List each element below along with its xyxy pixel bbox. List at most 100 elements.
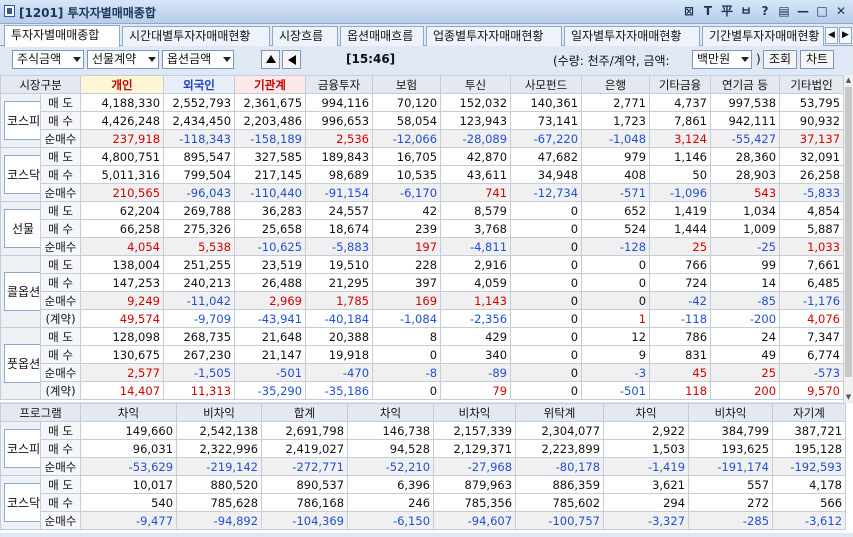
row-label: 순매수: [39, 237, 82, 256]
table-row[interactable]: 풋옵션 매 도 128,098 268,735 21,648 20,388 8 429 0 12 7…: [0, 327, 845, 400]
tab-option-flow[interactable]: 옵션매매흐름: [340, 26, 424, 46]
header-consign-arbitrage[interactable]: 차익: [347, 403, 435, 422]
header-financial-investment[interactable]: 금융투자: [305, 75, 374, 94]
scrollbar-thumb[interactable]: [845, 87, 852, 377]
stock-amount-select[interactable]: 주식금액: [12, 50, 84, 69]
table-cell: -1,505: [163, 363, 236, 382]
table-row[interactable]: (계약) 14,407 11,313 -35,290 -35,186 0 79 0 -501 11…: [1, 381, 845, 400]
header-foreign[interactable]: 외국인: [163, 75, 236, 94]
table-row[interactable]: 순매수 -53,629 -219,142 -272,771 -52,210 -27,968…: [1, 457, 847, 476]
close-icon[interactable]: ✕: [833, 3, 849, 19]
market-group-cell[interactable]: 콜옵션: [0, 255, 41, 328]
restore-layout-icon[interactable]: ㅂ: [738, 3, 754, 19]
market-group-cell[interactable]: 선물: [0, 201, 41, 256]
table-row[interactable]: 매 수 96,031 2,322,996 2,419,027 94,528 2,129,3…: [1, 439, 847, 458]
scroll-down-icon[interactable]: ▼: [844, 392, 853, 402]
header-non-arbitrage[interactable]: 비차익: [176, 403, 263, 422]
header-pension[interactable]: 연기금 등: [710, 75, 781, 94]
table-cell: 25: [710, 363, 781, 382]
vertical-scrollbar[interactable]: ▲ ▼: [843, 75, 853, 402]
unit-select[interactable]: 백만원: [692, 50, 752, 69]
market-group-cell[interactable]: 코스피: [0, 421, 41, 476]
market-group-cell[interactable]: 코스닥: [0, 475, 41, 530]
tab-scroll-right-icon[interactable]: ▶: [839, 27, 852, 44]
table-cell: 2,322,996: [176, 439, 263, 458]
header-prop-total[interactable]: 자기계: [772, 403, 847, 422]
table-row[interactable]: 순매수 210,565 -96,043 -110,440 -91,154 -6,170 74…: [1, 183, 845, 202]
table-cell: 14,407: [80, 381, 165, 400]
menu-icon[interactable]: ▤: [776, 3, 792, 19]
table-row[interactable]: (계약) 49,574 -9,709 -43,941 -40,184 -1,084 -2,3…: [1, 309, 845, 328]
header-other-corp[interactable]: 기타법인: [779, 75, 845, 94]
header-arbitrage[interactable]: 차익: [80, 403, 178, 422]
up-arrow-button[interactable]: [261, 50, 280, 69]
table-row[interactable]: 코스피 매 도 149,660 2,542,138 2,691,798 146,738 2,…: [0, 421, 847, 476]
table-row[interactable]: 매 수 66,258 275,326 25,658 18,674 239 3,768 0 524…: [1, 219, 845, 238]
table-cell: 9,570: [779, 381, 845, 400]
table-cell: -118,343: [163, 129, 236, 148]
header-investment-trust[interactable]: 투신: [440, 75, 512, 94]
query-button[interactable]: 조회: [763, 50, 797, 69]
row-label: 순매수: [39, 457, 82, 476]
table-cell: 146,738: [347, 421, 435, 440]
table-cell: -12,066: [372, 129, 442, 148]
table-row[interactable]: 매 수 540 785,628 786,168 246 785,356 785,602 294…: [1, 493, 847, 512]
header-prop-arbitrage[interactable]: 차익: [603, 403, 690, 422]
maximize-icon[interactable]: □: [814, 3, 830, 19]
tab-daily-investor[interactable]: 일자별투자자매매현황: [564, 26, 700, 46]
table-row[interactable]: 매 수 5,011,316 799,504 217,145 98,689 10,535 43…: [1, 165, 845, 184]
table-row[interactable]: 순매수 -9,477 -94,892 -104,369 -6,150 -94,607 -10…: [1, 511, 847, 530]
table-row[interactable]: 순매수 9,249 -11,042 2,969 1,785 169 1,143 0 0 -42 -8…: [1, 291, 845, 310]
header-consign-non-arbitrage[interactable]: 비차익: [433, 403, 517, 422]
font-icon[interactable]: T: [700, 3, 716, 19]
table-row[interactable]: 순매수 237,918 -118,343 -158,189 2,536 -12,066 -2…: [1, 129, 845, 148]
table-row[interactable]: 매 수 147,253 240,213 26,488 21,295 397 4,059 0 0 7…: [1, 273, 845, 292]
help-icon[interactable]: ?: [757, 3, 773, 19]
table-cell: -40,184: [305, 309, 374, 328]
header-total[interactable]: 합계: [261, 403, 349, 422]
table-cell: 237,918: [80, 129, 165, 148]
link-icon[interactable]: ⊠: [681, 3, 697, 19]
table-row[interactable]: 순매수 2,577 -1,505 -501 -470 -8 -89 0 -3 45 25 -573: [1, 363, 845, 382]
header-individual[interactable]: 개인: [80, 75, 165, 94]
header-private-fund[interactable]: 사모펀드: [510, 75, 583, 94]
futures-contract-select[interactable]: 선물계약: [87, 50, 159, 69]
table-row[interactable]: 순매수 4,054 5,538 -10,625 -5,883 197 -4,811 0 -128…: [1, 237, 845, 256]
market-group-cell[interactable]: 코스피: [0, 93, 41, 148]
table-row[interactable]: 코스닥 매 도 10,017 880,520 890,537 6,396 879,963 88…: [0, 475, 847, 530]
header-insurance[interactable]: 보험: [372, 75, 442, 94]
table-cell: 90,932: [779, 111, 845, 130]
header-prop-non-arbitrage[interactable]: 비차익: [688, 403, 774, 422]
scroll-up-icon[interactable]: ▲: [844, 75, 853, 85]
chevron-down-icon: [223, 57, 231, 62]
table-row[interactable]: 매 수 4,426,248 2,434,450 2,203,486 996,653 58,…: [1, 111, 845, 130]
chart-button[interactable]: 차트: [800, 50, 834, 69]
header-consign-total[interactable]: 위탁계: [515, 403, 605, 422]
table-row[interactable]: 매 수 130,675 267,230 21,147 19,918 0 340 0 9 831 49…: [1, 345, 845, 364]
table-cell: 2,536: [305, 129, 374, 148]
pin-icon[interactable]: 平: [719, 3, 735, 19]
tab-sector-investor[interactable]: 업종별투자자매매현황: [426, 26, 562, 46]
tab-time-investor[interactable]: 시간대별투자자매매현황: [122, 26, 270, 46]
minimize-icon[interactable]: —: [795, 3, 811, 19]
tab-investor-summary[interactable]: 투자자별매매종합: [4, 25, 120, 47]
table-row[interactable]: 코스닥 매 도 4,800,751 895,547 327,585 189,843 16,7…: [0, 147, 845, 202]
header-institution[interactable]: 기관계: [234, 75, 307, 94]
market-group-cell[interactable]: 코스닥: [0, 147, 41, 202]
header-bank[interactable]: 은행: [581, 75, 651, 94]
tab-market-flow[interactable]: 시장흐름: [272, 26, 338, 46]
tab-scroll-left-icon[interactable]: ◀: [825, 27, 838, 44]
left-arrow-button[interactable]: [282, 50, 301, 69]
market-group-cell[interactable]: 풋옵션: [0, 327, 41, 400]
table-cell: 272: [688, 493, 774, 512]
table-row[interactable]: 선물 매 도 62,204 269,788 36,283 24,557 42 8,579 0 65…: [0, 201, 845, 256]
tab-period-investor[interactable]: 기간별투자자매매현황: [702, 26, 824, 46]
table-cell: 2,542,138: [176, 421, 263, 440]
table-cell: 195,128: [772, 439, 847, 458]
table-row[interactable]: 콜옵션 매 도 138,004 251,255 23,519 19,510 228 2,916…: [0, 255, 845, 328]
header-other-finance[interactable]: 기타금융: [649, 75, 712, 94]
investor-grid: 시장구분 개인 외국인 기관계 금융투자 보험 투신 사모펀드 은행 기타금융 …: [0, 75, 853, 402]
table-cell: 32,091: [779, 147, 845, 166]
option-amount-select[interactable]: 옵션금액: [162, 50, 234, 69]
table-row[interactable]: 코스피 매 도 4,188,330 2,552,793 2,361,675 994,116…: [0, 93, 845, 148]
